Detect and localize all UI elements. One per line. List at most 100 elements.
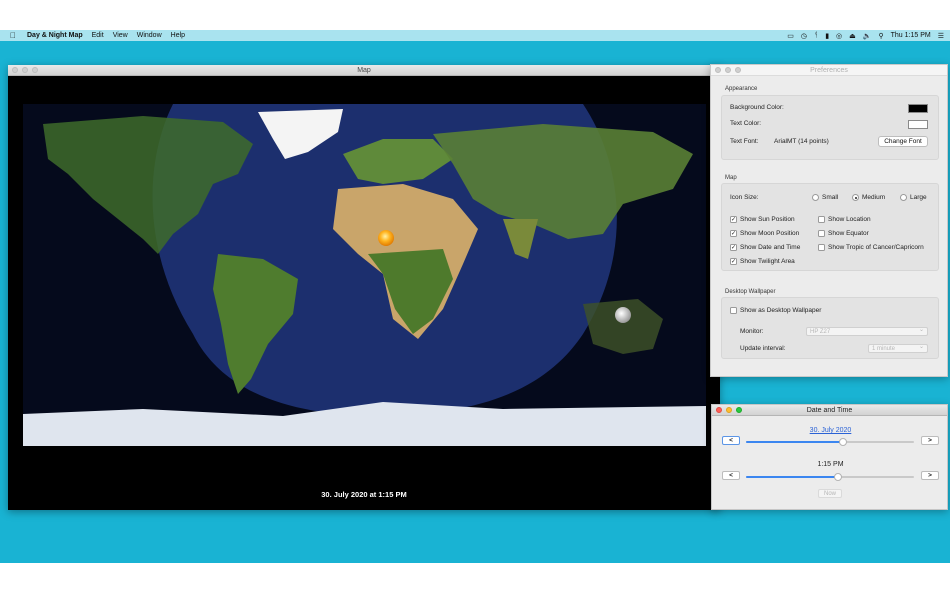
checkbox-show-date-and-time[interactable]: ✓ Show Date and Time [730, 244, 800, 251]
checkbox-box[interactable] [818, 244, 825, 251]
text-color-label: Text Color: [730, 120, 762, 127]
date-time-titlebar[interactable]: Date and Time [712, 405, 947, 416]
battery-icon[interactable]: ▮ [825, 32, 829, 40]
map-window-titlebar[interactable]: Map [8, 65, 720, 76]
date-slider[interactable] [746, 438, 914, 446]
world-map [23, 104, 706, 446]
map-window: Map 30. July 2020 at 1:15 PM [8, 65, 720, 510]
radio-large-circle[interactable] [900, 194, 907, 201]
time-slider[interactable] [746, 473, 914, 481]
map-options-box: Icon Size: Small Medium Large ✓ Show Sun … [721, 183, 939, 271]
eject-icon[interactable]: ⏏ [849, 32, 856, 40]
checkbox-label: Show Location [828, 216, 871, 223]
minimize-button[interactable] [726, 407, 732, 413]
time-slider-knob[interactable] [834, 473, 843, 481]
next-time-button[interactable]: > [921, 471, 939, 480]
apple-logo-icon[interactable]:  [10, 31, 18, 40]
update-interval-select[interactable]: 1 minute [868, 343, 928, 353]
wifi-icon[interactable]: ◎ [836, 32, 842, 40]
map-window-title: Map [357, 66, 371, 74]
date-slider-fill [746, 441, 844, 443]
menu-bar:  Day & Night Map Edit View Window Help … [0, 30, 950, 41]
preferences-title: Preferences [810, 66, 848, 74]
zoom-button[interactable] [735, 67, 741, 73]
checkmark-icon[interactable]: ✓ [730, 258, 737, 265]
menu-edit[interactable]: Edit [92, 32, 104, 39]
checkbox-label: Show Date and Time [740, 244, 801, 251]
checkbox-show-moon-position[interactable]: ✓ Show Moon Position [730, 230, 799, 237]
checkbox-show-twilight-area[interactable]: ✓ Show Twilight Area [730, 258, 795, 265]
date-slider-knob[interactable] [839, 438, 848, 446]
checkbox-box[interactable] [818, 216, 825, 223]
radio-large-label: Large [910, 194, 927, 201]
checkbox-show-as-wallpaper[interactable]: Show as Desktop Wallpaper [730, 307, 821, 314]
map-heading: Map [725, 175, 737, 181]
now-button[interactable]: Now [818, 489, 842, 498]
zoom-button[interactable] [32, 67, 38, 73]
change-font-button[interactable]: Change Font [878, 136, 928, 147]
menu-clock[interactable]: Thu 1:15 PM [891, 32, 931, 39]
window-controls [715, 67, 741, 73]
menu-view[interactable]: View [113, 32, 128, 39]
close-button[interactable] [716, 407, 722, 413]
notification-center-icon[interactable]: ☰ [938, 32, 944, 40]
radio-small-label: Small [822, 194, 839, 201]
bluetooth-icon[interactable]: ᛩ [814, 32, 818, 39]
radio-medium-circle[interactable] [852, 194, 859, 201]
window-controls [12, 67, 38, 73]
checkbox-show-location[interactable]: Show Location [818, 216, 871, 223]
update-interval-label: Update interval: [740, 345, 786, 352]
checkbox-box[interactable] [818, 230, 825, 237]
radio-large[interactable]: Large [900, 194, 927, 201]
checkbox-show-sun-position[interactable]: ✓ Show Sun Position [730, 216, 795, 223]
monitor-select[interactable]: HP Z27 [806, 326, 928, 336]
wallpaper-box: Show as Desktop Wallpaper Monitor: HP Z2… [721, 297, 939, 359]
search-icon[interactable]: ⚲ [879, 32, 884, 40]
time-slider-fill [746, 476, 839, 478]
radio-small[interactable]: Small [812, 194, 838, 201]
airplay-icon[interactable]: ▭ [787, 32, 794, 40]
zoom-button[interactable] [736, 407, 742, 413]
checkbox-label: Show Sun Position [740, 216, 795, 223]
date-time-window: Date and Time 30. July 2020 < > 1:15 PM … [711, 404, 948, 510]
checkbox-show-tropics[interactable]: Show Tropic of Cancer/Capricorn [818, 244, 924, 251]
previous-date-button[interactable]: < [722, 436, 740, 445]
checkbox-label: Show Tropic of Cancer/Capricorn [828, 244, 924, 251]
date-time-title: Date and Time [806, 406, 853, 414]
previous-time-button[interactable]: < [722, 471, 740, 480]
volume-icon[interactable]: 🔈 [863, 32, 872, 40]
minimize-button[interactable] [22, 67, 28, 73]
checkbox-show-equator[interactable]: Show Equator [818, 230, 869, 237]
close-button[interactable] [12, 67, 18, 73]
map-date-caption: 30. July 2020 at 1:15 PM [321, 490, 407, 499]
menu-app-name[interactable]: Day & Night Map [27, 32, 83, 39]
minimize-button[interactable] [725, 67, 731, 73]
menu-window[interactable]: Window [137, 32, 162, 39]
icon-size-label: Icon Size: [730, 194, 759, 201]
background-color-well[interactable] [908, 104, 928, 113]
preferences-window: Preferences Appearance Background Color:… [710, 64, 948, 377]
checkmark-icon[interactable]: ✓ [730, 244, 737, 251]
background-color-label: Background Color: [730, 104, 784, 111]
checkmark-icon[interactable]: ✓ [730, 230, 737, 237]
checkbox-box[interactable] [730, 307, 737, 314]
time-label: 1:15 PM [817, 461, 844, 468]
text-color-well[interactable] [908, 120, 928, 129]
menu-help[interactable]: Help [171, 32, 185, 39]
preferences-titlebar[interactable]: Preferences [711, 65, 947, 76]
checkbox-label: Show Equator [828, 230, 869, 237]
checkmark-icon[interactable]: ✓ [730, 216, 737, 223]
checkbox-label: Show as Desktop Wallpaper [740, 307, 822, 314]
next-date-button[interactable]: > [921, 436, 939, 445]
radio-medium[interactable]: Medium [852, 194, 885, 201]
date-link[interactable]: 30. July 2020 [712, 427, 949, 434]
text-font-label: Text Font: [730, 138, 759, 145]
sun-icon [378, 230, 394, 246]
window-controls [716, 407, 742, 413]
moon-icon [615, 307, 631, 323]
close-button[interactable] [715, 67, 721, 73]
radio-small-circle[interactable] [812, 194, 819, 201]
time-machine-icon[interactable]: ◷ [801, 32, 807, 40]
appearance-heading: Appearance [725, 86, 758, 92]
text-font-value: ArialMT (14 points) [774, 138, 829, 145]
